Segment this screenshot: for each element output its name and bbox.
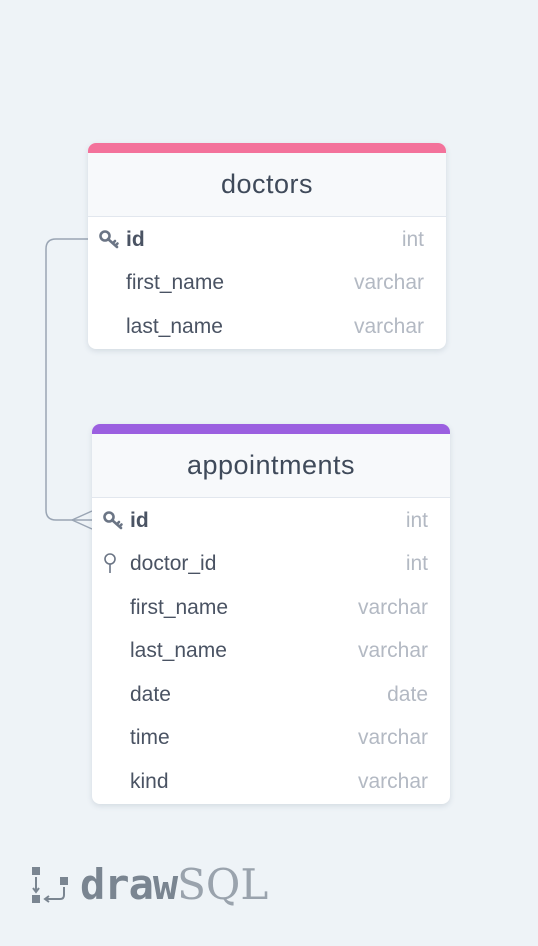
- field-row[interactable]: last_name varchar: [92, 630, 450, 674]
- table-title[interactable]: doctors: [88, 153, 446, 217]
- field-type: int: [401, 227, 424, 251]
- field-type: varchar: [357, 639, 428, 663]
- field-type: int: [405, 508, 428, 532]
- field-type: varchar: [357, 769, 428, 793]
- field-type: varchar: [357, 595, 428, 619]
- table-title[interactable]: appointments: [92, 434, 450, 498]
- field-row[interactable]: first_name varchar: [92, 586, 450, 630]
- field-row[interactable]: id int: [88, 218, 446, 262]
- field-name: first_name: [126, 271, 225, 295]
- field-type: varchar: [357, 726, 428, 750]
- field-name: last_name: [126, 314, 223, 338]
- table-accent-bar: [92, 424, 450, 434]
- field-type: varchar: [353, 271, 424, 295]
- logo-text-draw: draw: [80, 860, 178, 909]
- field-name: first_name: [130, 595, 229, 619]
- field-type: varchar: [353, 314, 424, 338]
- field-name: date: [130, 682, 171, 706]
- field-name: kind: [130, 769, 169, 793]
- field-name: id: [130, 508, 149, 532]
- field-row[interactable]: id int: [92, 499, 450, 543]
- field-name: time: [130, 726, 170, 750]
- field-row[interactable]: kind varchar: [92, 760, 450, 804]
- field-row[interactable]: last_name varchar: [88, 305, 446, 349]
- field-type: int: [405, 552, 428, 576]
- logo-mark-icon: [32, 866, 68, 903]
- field-row[interactable]: first_name varchar: [88, 262, 446, 306]
- field-type: date: [387, 682, 428, 706]
- field-name: last_name: [130, 639, 227, 663]
- field-name: doctor_id: [130, 552, 217, 576]
- table-doctors[interactable]: doctors id int first_name varchar last_n…: [88, 143, 446, 349]
- foreign-key-icon: [104, 553, 116, 574]
- logo-text-sql: SQL: [177, 860, 269, 909]
- field-row[interactable]: doctor_id int: [92, 543, 450, 587]
- field-row[interactable]: time varchar: [92, 717, 450, 761]
- key-icon: [99, 229, 119, 249]
- table-accent-bar: [88, 143, 446, 153]
- field-name: id: [126, 227, 145, 251]
- drawsql-logo: draw SQL: [30, 860, 268, 909]
- connector-line: [45, 238, 92, 521]
- key-icon: [103, 510, 123, 530]
- table-appointments[interactable]: appointments id int doctor_id int first_…: [92, 424, 450, 804]
- field-row[interactable]: date date: [92, 673, 450, 717]
